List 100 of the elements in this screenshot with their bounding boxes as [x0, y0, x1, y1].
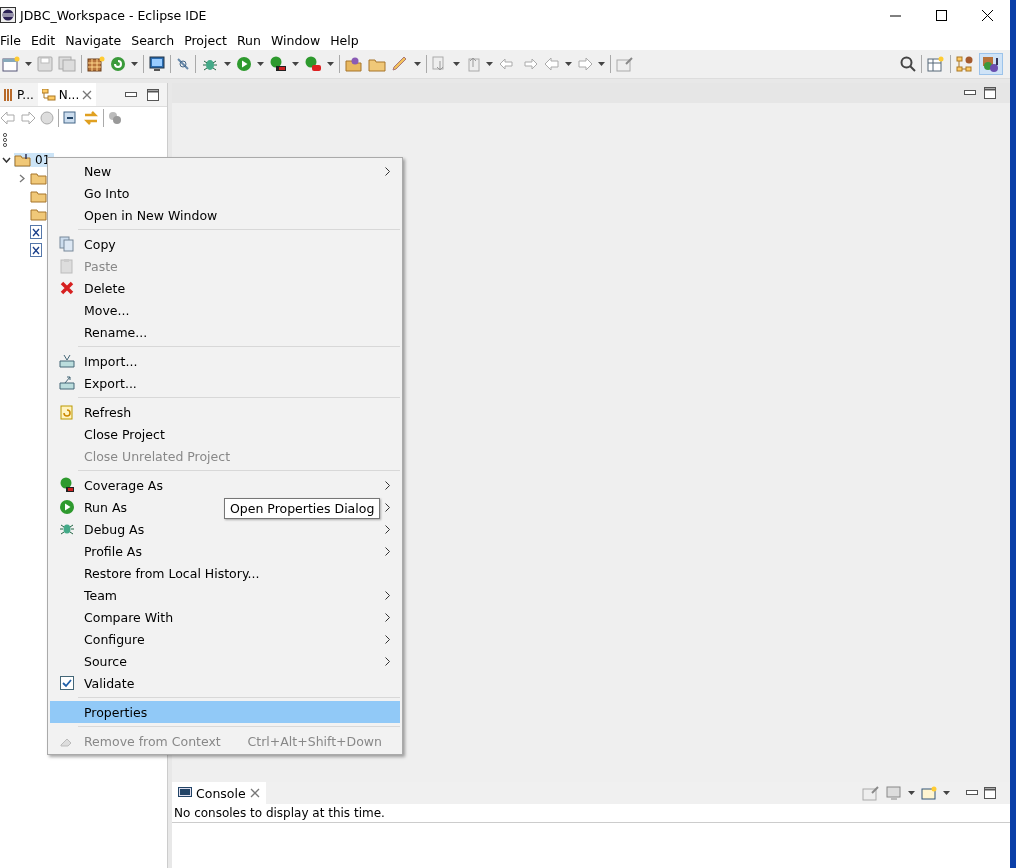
menu-item[interactable]: Open in New Window	[50, 204, 400, 226]
delete-icon	[59, 280, 75, 296]
menu-item[interactable]: Delete	[50, 277, 400, 299]
grid-icon[interactable]	[87, 56, 105, 72]
menu-item[interactable]: File	[0, 32, 27, 48]
dropdown-caret-icon[interactable]	[565, 62, 572, 66]
menu-item[interactable]: Close Project	[50, 423, 400, 445]
coverage-icon	[59, 477, 75, 493]
folder-icon[interactable]	[345, 56, 363, 72]
collapsed-chevron-icon[interactable]	[19, 173, 25, 183]
run-icon[interactable]	[236, 56, 252, 72]
menu-item[interactable]: Search	[131, 32, 181, 48]
new-file-icon[interactable]	[2, 56, 20, 72]
xml-file-icon	[30, 243, 42, 257]
folder-icon	[30, 171, 48, 185]
forward-arrow-icon[interactable]	[577, 57, 593, 71]
menu-item[interactable]: Refresh	[50, 401, 400, 423]
menu-item[interactable]: Go Into	[50, 182, 400, 204]
menu-item[interactable]: Edit	[30, 32, 62, 48]
dropdown-caret-icon[interactable]	[224, 62, 231, 66]
view-tab[interactable]: N...	[37, 83, 97, 106]
new-console-icon[interactable]	[921, 786, 937, 800]
project-folder-icon	[14, 153, 32, 167]
package-icon	[4, 87, 14, 102]
forward-arrow-icon[interactable]	[521, 57, 539, 71]
menu-item[interactable]: Profile As	[50, 540, 400, 562]
menu-item[interactable]: Move...	[50, 299, 400, 321]
dropdown-caret-icon[interactable]	[414, 62, 421, 66]
console-icon	[178, 787, 192, 799]
import-icon	[59, 353, 75, 369]
menu-item[interactable]: Properties	[50, 701, 400, 723]
menu-item[interactable]: Configure	[50, 628, 400, 650]
menu-item[interactable]: Copy	[50, 233, 400, 255]
dropdown-caret-icon[interactable]	[486, 62, 493, 66]
paste-icon	[59, 258, 75, 274]
export-icon	[59, 375, 75, 391]
tooltip: Open Properties Dialog	[224, 498, 381, 519]
dropdown-caret-icon[interactable]	[131, 62, 138, 66]
menu-item[interactable]: Run	[236, 32, 267, 48]
expanded-chevron-icon[interactable]	[1, 157, 11, 163]
menu-item[interactable]: Coverage As	[50, 474, 400, 496]
open-perspective-icon[interactable]	[927, 56, 945, 72]
close-tab-icon[interactable]	[249, 788, 260, 798]
menu-item[interactable]: Debug As	[50, 518, 400, 540]
menu-item[interactable]: Export...	[50, 372, 400, 394]
forward-arrow-icon[interactable]	[20, 111, 36, 125]
minimize-view-icon[interactable]	[125, 91, 137, 98]
folder-icon[interactable]	[368, 56, 386, 72]
window-title: JDBC_Workspace - Eclipse IDE	[20, 7, 208, 23]
menu-item[interactable]: Compare With	[50, 606, 400, 628]
menu-item[interactable]: Validate	[50, 672, 400, 694]
copy-icon	[59, 236, 75, 252]
maximize-icon[interactable]	[935, 9, 947, 21]
console-message: No consoles to display at this time.	[172, 804, 1010, 823]
xml-file-icon	[30, 225, 42, 239]
dropdown-caret-icon[interactable]	[25, 62, 32, 66]
console-tab[interactable]: Console	[172, 782, 266, 804]
monitor-icon[interactable]	[149, 56, 165, 72]
vertical-dots-icon[interactable]	[2, 133, 8, 147]
checkbox-icon	[60, 676, 74, 690]
back-arrow-icon[interactable]	[498, 57, 516, 71]
menu-item[interactable]: Navigate	[65, 32, 128, 48]
dropdown-caret-icon[interactable]	[327, 62, 334, 66]
close-tab-icon[interactable]	[82, 89, 93, 100]
pin-icon[interactable]	[862, 785, 880, 801]
link-icon[interactable]	[176, 57, 190, 71]
menu-item[interactable]: Project	[184, 32, 233, 48]
minimize-view-icon[interactable]	[964, 90, 976, 96]
folder-icon	[30, 189, 48, 203]
menu-item[interactable]: Source	[50, 650, 400, 672]
menu-item[interactable]: Import...	[50, 350, 400, 372]
hierarchy-icon[interactable]	[956, 56, 974, 72]
menu-item[interactable]: Window	[270, 32, 327, 48]
run-with-stop-icon[interactable]	[304, 56, 322, 72]
run-with-box-icon[interactable]	[269, 56, 287, 72]
run-icon	[59, 499, 75, 515]
dropdown-caret-icon[interactable]	[598, 62, 605, 66]
dropdown-caret-icon[interactable]	[292, 62, 299, 66]
pin-icon[interactable]	[616, 56, 634, 72]
collapse-all-icon[interactable]	[63, 111, 79, 125]
search-icon[interactable]	[900, 56, 916, 72]
folder-icon	[30, 207, 48, 221]
dropdown-caret-icon[interactable]	[908, 791, 915, 795]
close-icon[interactable]	[981, 9, 993, 21]
view-tab[interactable]: P...	[0, 83, 38, 106]
navigator-icon	[41, 88, 56, 101]
back-arrow-icon[interactable]	[544, 57, 560, 71]
minimize-view-icon[interactable]	[966, 790, 978, 796]
menu-item[interactable]: Help	[330, 32, 365, 48]
maximize-view-icon[interactable]	[984, 87, 996, 99]
menu-item[interactable]: Rename...	[50, 321, 400, 343]
dropdown-caret-icon[interactable]	[453, 62, 460, 66]
back-arrow-icon[interactable]	[0, 111, 16, 125]
maximize-view-icon[interactable]	[984, 787, 996, 799]
menu-item[interactable]: Team	[50, 584, 400, 606]
menu-item[interactable]: Restore from Local History...	[50, 562, 400, 584]
pen-icon[interactable]	[391, 56, 409, 72]
dropdown-caret-icon[interactable]	[943, 791, 950, 795]
dropdown-caret-icon[interactable]	[257, 62, 264, 66]
maximize-view-icon[interactable]	[147, 88, 159, 101]
